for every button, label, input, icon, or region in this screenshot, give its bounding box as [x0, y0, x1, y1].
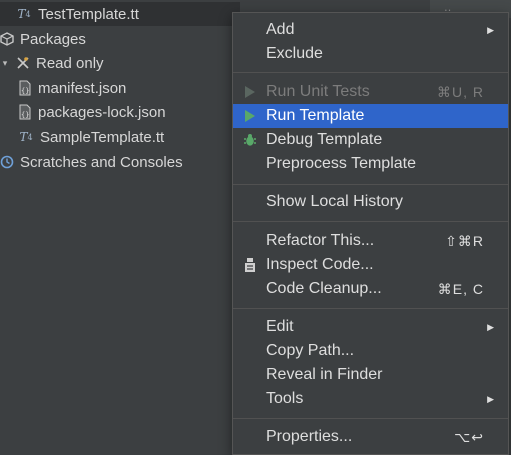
- menu-item-label: Debug Template: [266, 131, 383, 148]
- menu-item-add[interactable]: Add ▶: [233, 18, 508, 42]
- project-tree: T4 TestTemplate.tt Packages ▾ Read only …: [0, 0, 240, 453]
- menu-item-preprocess-template[interactable]: Preprocess Template: [233, 152, 508, 176]
- menu-item-label: Show Local History: [266, 193, 403, 210]
- tree-item-testtemplate[interactable]: T4 TestTemplate.tt: [0, 2, 240, 26]
- tree-item-read-only[interactable]: ▾ Read only: [0, 51, 104, 75]
- tree-item-label: TestTemplate.tt: [38, 5, 139, 23]
- menu-separator: [233, 184, 508, 185]
- menu-item-show-local-history[interactable]: Show Local History: [233, 190, 508, 214]
- menu-item-shortcut: ⌘U, R: [437, 83, 484, 100]
- context-menu: Add ▶ Exclude Run Unit Tests ⌘U, R Run T…: [232, 12, 509, 455]
- tree-item-label: packages-lock.json: [38, 103, 166, 121]
- menu-item-label: Exclude: [266, 45, 323, 62]
- menu-item-label: Copy Path...: [266, 342, 355, 359]
- debug-bug-icon: [242, 132, 258, 148]
- menu-item-inspect-code[interactable]: Inspect Code...: [233, 253, 508, 277]
- menu-item-label: Code Cleanup...: [266, 280, 382, 297]
- t4-file-icon: T4: [17, 7, 31, 21]
- menu-item-label: Run Unit Tests: [266, 83, 370, 100]
- menu-item-tools[interactable]: Tools ▶: [233, 387, 508, 411]
- menu-item-label: Add: [266, 21, 295, 38]
- menu-item-shortcut: ⌘E, C: [437, 280, 484, 297]
- tree-item-label: Read only: [36, 54, 104, 72]
- tree-item-label: SampleTemplate.tt: [40, 128, 165, 146]
- menu-separator: [233, 72, 508, 73]
- tree-item-packages-lock[interactable]: {} packages-lock.json: [18, 100, 166, 124]
- tree-item-label: manifest.json: [38, 79, 127, 97]
- tree-item-sampletemplate[interactable]: T4 SampleTemplate.tt: [18, 125, 164, 149]
- menu-item-properties[interactable]: Properties... ⌥↩: [233, 425, 508, 449]
- menu-item-reveal-in-finder[interactable]: Reveal in Finder: [233, 363, 508, 387]
- menu-item-shortcut: ⇧⌘R: [445, 232, 484, 249]
- svg-text:{}: {}: [21, 87, 29, 95]
- tree-item-manifest[interactable]: {} manifest.json: [18, 76, 126, 100]
- menu-item-copy-path[interactable]: Copy Path...: [233, 339, 508, 363]
- menu-item-shortcut: ⌥↩: [454, 428, 484, 445]
- menu-item-label: Inspect Code...: [266, 256, 374, 273]
- run-icon: [242, 84, 258, 100]
- tree-item-label: Scratches and Consoles: [20, 153, 183, 171]
- json-file-icon: {}: [18, 80, 32, 96]
- package-icon: [0, 32, 14, 46]
- inspect-code-icon: [242, 257, 258, 273]
- menu-item-debug-template[interactable]: Debug Template: [233, 128, 508, 152]
- menu-item-run-unit-tests[interactable]: Run Unit Tests ⌘U, R: [233, 80, 508, 104]
- menu-item-exclude[interactable]: Exclude: [233, 42, 508, 66]
- menu-item-label: Tools: [266, 390, 304, 407]
- t4-file-icon: T4: [19, 130, 33, 144]
- tree-item-label: Packages: [20, 30, 86, 48]
- submenu-arrow-icon: ▶: [487, 24, 494, 35]
- svg-text:{}: {}: [21, 111, 29, 119]
- menu-separator: [233, 418, 508, 419]
- menu-item-label: Run Template: [266, 107, 365, 124]
- chevron-down-icon[interactable]: ▾: [0, 58, 10, 69]
- scratches-icon: [0, 155, 14, 169]
- menu-separator: [233, 308, 508, 309]
- menu-item-run-template[interactable]: Run Template: [233, 104, 508, 128]
- menu-item-label: Refactor This...: [266, 232, 375, 249]
- tree-item-packages[interactable]: Packages: [0, 27, 86, 51]
- submenu-arrow-icon: ▶: [487, 393, 494, 404]
- menu-item-refactor-this[interactable]: Refactor This... ⇧⌘R: [233, 229, 508, 253]
- menu-item-label: Reveal in Finder: [266, 366, 383, 383]
- submenu-arrow-icon: ▶: [487, 321, 494, 332]
- tree-item-scratches[interactable]: Scratches and Consoles: [0, 150, 183, 174]
- menu-item-edit[interactable]: Edit ▶: [233, 315, 508, 339]
- menu-item-label: Edit: [266, 318, 294, 335]
- menu-item-label: Preprocess Template: [266, 155, 416, 172]
- menu-separator: [233, 221, 508, 222]
- json-file-icon: {}: [18, 104, 32, 120]
- run-icon: [242, 108, 258, 124]
- menu-item-code-cleanup[interactable]: Code Cleanup... ⌘E, C: [233, 277, 508, 301]
- readonly-icon: [16, 56, 30, 70]
- menu-item-label: Properties...: [266, 428, 353, 445]
